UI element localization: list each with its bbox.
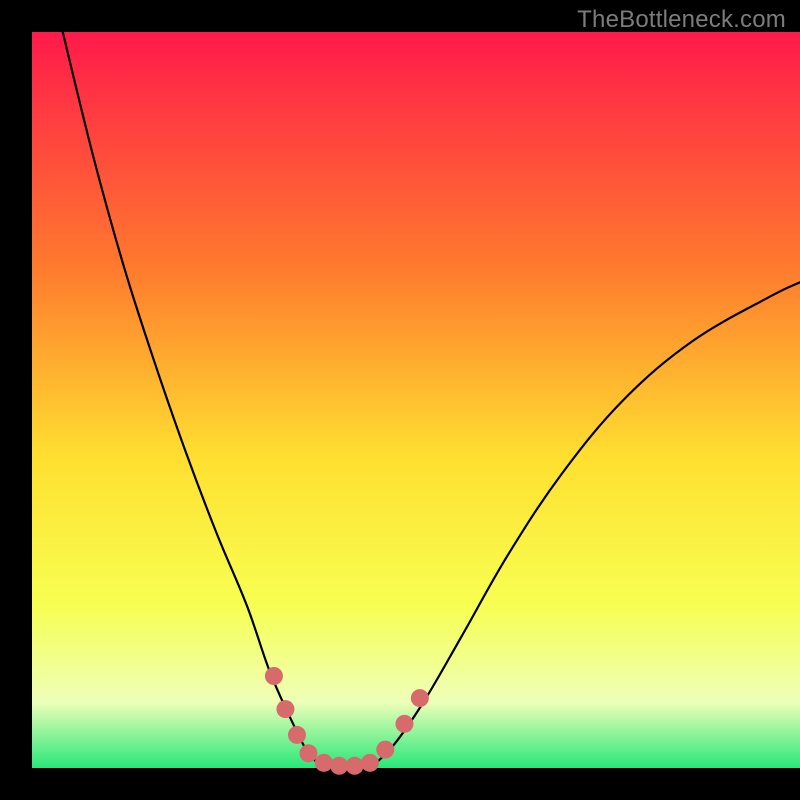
plot-background [32, 32, 800, 768]
highlight-dot [288, 726, 306, 744]
chart-frame: TheBottleneck.com [0, 0, 800, 800]
highlight-dot [299, 744, 317, 762]
bottleneck-chart [0, 0, 800, 800]
highlight-dot [376, 741, 394, 759]
highlight-dot [330, 757, 348, 775]
watermark-text: TheBottleneck.com [577, 6, 786, 34]
highlight-dot [411, 689, 429, 707]
highlight-dot [265, 667, 283, 685]
highlight-dot [276, 700, 294, 718]
highlight-dot [361, 754, 379, 772]
highlight-dot [315, 754, 333, 772]
highlight-dot [346, 757, 364, 775]
highlight-dot [395, 715, 413, 733]
